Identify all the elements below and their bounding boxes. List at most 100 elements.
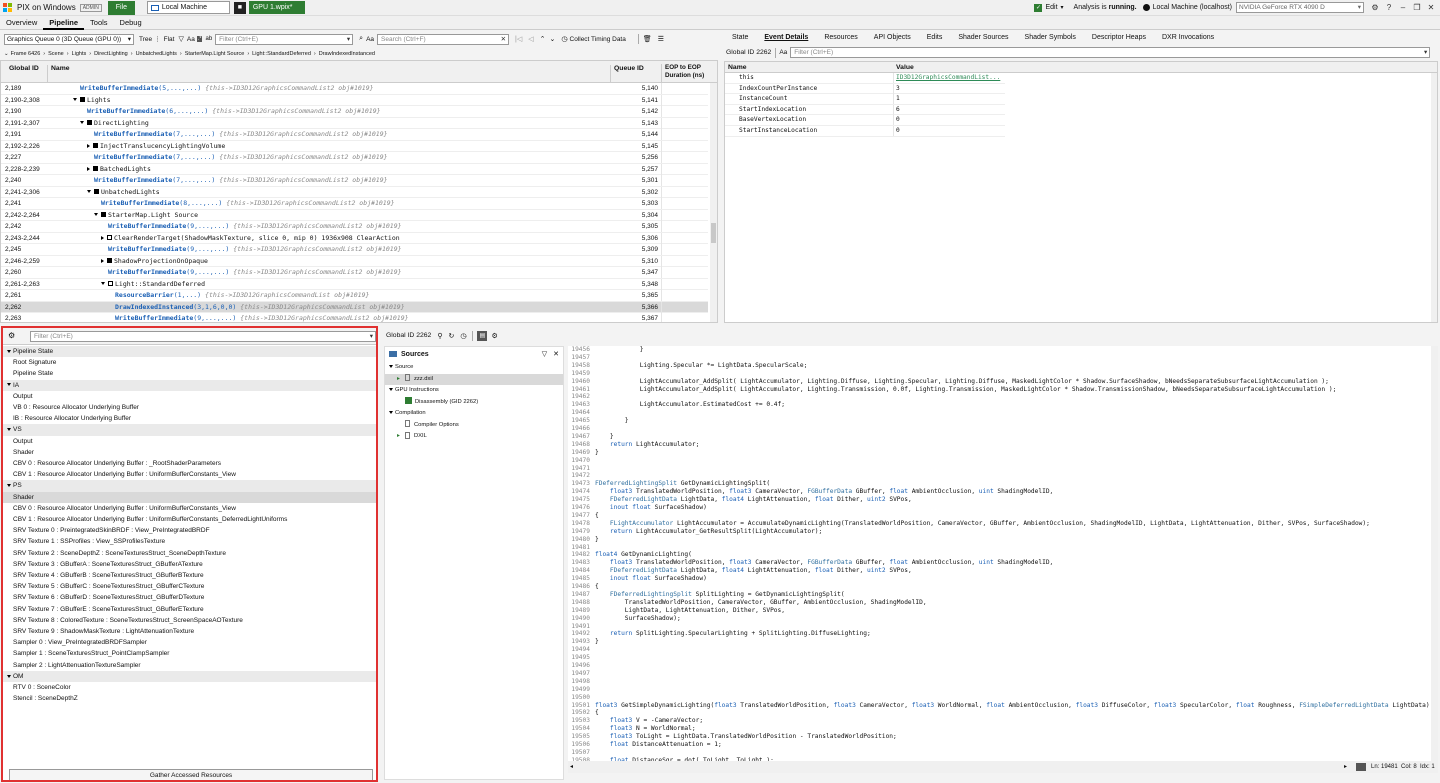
table-row[interactable]: 2,243-2,244 ClearRenderTarget(ShadowMaskT…: [1, 232, 708, 244]
play-icon[interactable]: ▸: [397, 374, 405, 385]
dropdown-icon[interactable]: ▾: [1061, 4, 1064, 11]
table-row[interactable]: 2,240 WriteBufferImmediate(7,...,...) {th…: [1, 175, 708, 187]
collapsed-chevron-icon[interactable]: [101, 258, 104, 263]
collect-timing-button[interactable]: Collect Timing Data: [570, 36, 626, 43]
pipeline-item[interactable]: Output: [3, 436, 376, 447]
table-row[interactable]: 2,228-2,239 BatchedLights 5,257: [1, 163, 708, 175]
event-filter-input[interactable]: Filter (Ctrl+E) ▾: [215, 33, 354, 45]
queue-select[interactable]: Graphics Queue 0 (3D Queue (GPU 0)) ▾: [4, 33, 134, 45]
pipeline-item[interactable]: SRV Texture 7 : GBufferE : SceneTextures…: [3, 604, 376, 615]
collapsed-chevron-icon[interactable]: [101, 235, 104, 240]
breadcrumb-item[interactable]: StarterMap.Light Source: [185, 51, 245, 57]
tab-pipeline[interactable]: Pipeline: [43, 16, 85, 30]
pipeline-item[interactable]: CBV 0 : Resource Allocator Underlying Bu…: [3, 503, 376, 514]
flat-toggle[interactable]: Flat: [164, 36, 175, 43]
play-icon[interactable]: ▸: [397, 431, 405, 442]
source-tree-item[interactable]: ▸ zzz.dxil: [385, 373, 563, 385]
pipeline-item[interactable]: SRV Texture 3 : GBufferA : SceneTextures…: [3, 559, 376, 570]
pipeline-item[interactable]: SRV Texture 5 : GBufferC : SceneTextures…: [3, 581, 376, 592]
expanded-chevron-icon[interactable]: [80, 121, 84, 124]
expanded-chevron-icon[interactable]: [7, 674, 11, 678]
pipeline-item[interactable]: SRV Texture 2 : SceneDepthZ : SceneTextu…: [3, 548, 376, 559]
camera-icon[interactable]: ■: [233, 1, 246, 14]
source-tree-item[interactable]: ▸ DXIL: [385, 431, 563, 443]
table-row[interactable]: 2,190 WriteBufferImmediate(6,...,...) {th…: [1, 106, 708, 118]
column-eop-duration[interactable]: EOP to EOP Duration (ns): [661, 64, 711, 83]
tree-toggle[interactable]: Tree: [139, 36, 152, 43]
detail-row[interactable]: StartInstanceLocation 0: [725, 126, 1005, 137]
breadcrumb-item[interactable]: Lights: [72, 51, 87, 57]
table-row[interactable]: 2,262 DrawIndexedInstanced(3,1,6,0,0) {th…: [1, 301, 708, 313]
details-scrollbar[interactable]: [1431, 73, 1437, 322]
breadcrumb-item[interactable]: DirectLighting: [94, 51, 128, 57]
chevron-right-icon[interactable]: ▸: [1344, 761, 1347, 773]
match-case-toggle-search[interactable]: Aa: [366, 36, 374, 43]
tab-api-objects[interactable]: API Objects: [866, 30, 919, 46]
table-row[interactable]: 2,261 ResourceBarrier(1,...) {this->ID3D1…: [1, 290, 708, 302]
chevron-down-icon[interactable]: ⌄: [550, 35, 556, 43]
breadcrumb-item[interactable]: Scene: [48, 51, 64, 57]
pipeline-item[interactable]: SRV Texture 9 : ShadowMaskTexture : Ligh…: [3, 626, 376, 637]
file-button[interactable]: File: [107, 0, 135, 15]
pipeline-item[interactable]: SRV Texture 8 : ColoredTexture : SceneTe…: [3, 615, 376, 626]
gather-resources-button[interactable]: Gather Accessed Resources: [9, 769, 373, 780]
expanded-chevron-icon[interactable]: [73, 98, 77, 101]
chevron-up-icon[interactable]: ⌃: [540, 35, 546, 43]
breadcrumb-item[interactable]: UnbatchedLights: [136, 51, 177, 57]
edit-label[interactable]: Edit: [1045, 4, 1057, 11]
settings-gear-icon[interactable]: ⚙: [8, 331, 15, 340]
tab-dxr-invocations[interactable]: DXR Invocations: [1154, 30, 1222, 46]
expanded-chevron-icon[interactable]: [101, 282, 105, 285]
table-row[interactable]: 2,245 WriteBufferImmediate(9,...,...) {th…: [1, 244, 708, 256]
table-row[interactable]: 2,260 WriteBufferImmediate(9,...,...) {th…: [1, 267, 708, 279]
match-case-toggle[interactable]: Aa: [187, 36, 195, 43]
expanded-chevron-icon[interactable]: [7, 349, 11, 353]
detail-row[interactable]: StartIndexLocation 6: [725, 104, 1005, 116]
pipeline-item[interactable]: SRV Texture 4 : GBufferB : SceneTextures…: [3, 570, 376, 581]
search-icon[interactable]: ⌕: [359, 35, 363, 43]
first-icon[interactable]: |◁: [515, 35, 522, 43]
collapsed-chevron-icon[interactable]: [87, 166, 90, 171]
table-row[interactable]: 2,241-2,306 UnbatchedLights 5,302: [1, 186, 708, 198]
expanded-chevron-icon[interactable]: [7, 484, 11, 488]
tab-tools[interactable]: Tools: [84, 16, 114, 30]
prev-icon[interactable]: ◁: [528, 35, 533, 43]
filter-icon[interactable]: ▽: [178, 35, 183, 43]
event-search-input[interactable]: Search (Ctrl+F) ✕: [377, 33, 510, 45]
table-row[interactable]: 2,189 WriteBufferImmediate(5,...,...) {th…: [1, 83, 708, 95]
expanded-chevron-icon[interactable]: [389, 364, 393, 368]
tab-overview[interactable]: Overview: [0, 16, 43, 30]
gpu-select[interactable]: NVIDIA GeForce RTX 4090 D ▾: [1236, 2, 1364, 13]
tab-edits[interactable]: Edits: [919, 30, 951, 46]
source-tree-item[interactable]: Disassembly (GID 2262): [385, 397, 563, 409]
table-row[interactable]: 2,242 WriteBufferImmediate(9,...,...) {th…: [1, 221, 708, 233]
pipeline-item[interactable]: Shader: [3, 491, 376, 503]
table-row[interactable]: 2,263 WriteBufferImmediate(9,...,...) {th…: [1, 313, 708, 322]
code-scrollbar[interactable]: [1431, 346, 1438, 770]
pipeline-item[interactable]: RTV 0 : SceneColor: [3, 682, 376, 693]
pipeline-item[interactable]: CBV 1 : Resource Allocator Underlying Bu…: [3, 514, 376, 525]
column-name[interactable]: Name: [728, 62, 747, 73]
expanded-chevron-icon[interactable]: [7, 428, 11, 432]
refresh-icon[interactable]: ↻: [448, 332, 454, 340]
column-value[interactable]: Value: [896, 62, 914, 73]
history-icon[interactable]: ◷: [460, 332, 466, 340]
help-icon[interactable]: ?: [1382, 3, 1396, 12]
pipeline-item[interactable]: Stencil : SceneDepthZ: [3, 693, 376, 704]
layout-icon[interactable]: [1356, 763, 1366, 771]
table-row[interactable]: 2,227 WriteBufferImmediate(7,...,...) {th…: [1, 152, 708, 164]
minimize-icon[interactable]: –: [1396, 3, 1410, 12]
pipeline-item[interactable]: Root Signature: [3, 357, 376, 368]
filter-icon[interactable]: ▽: [542, 350, 547, 358]
expanded-chevron-icon[interactable]: [389, 387, 393, 391]
table-row[interactable]: 2,261-2,263 Light::StandardDeferred 5,348: [1, 278, 708, 290]
tab-event-details[interactable]: Event Details: [756, 30, 816, 46]
source-tree-item[interactable]: GPU Instructions: [385, 385, 563, 397]
pipeline-section[interactable]: VS: [3, 424, 376, 436]
pipeline-item[interactable]: Sampler 0 : View_PreIntegratedBRDFSample…: [3, 637, 376, 648]
code-editor[interactable]: 19456 } 19457 19458 Lighting.Specular *= L…: [568, 346, 1438, 770]
table-row[interactable]: 2,246-2,259 ShadowProjectionOnOpaque 5,310: [1, 255, 708, 267]
source-tree-item[interactable]: Compilation: [385, 408, 563, 420]
pipeline-item[interactable]: Pipeline State: [3, 368, 376, 379]
tab-resources[interactable]: Resources: [816, 30, 865, 46]
